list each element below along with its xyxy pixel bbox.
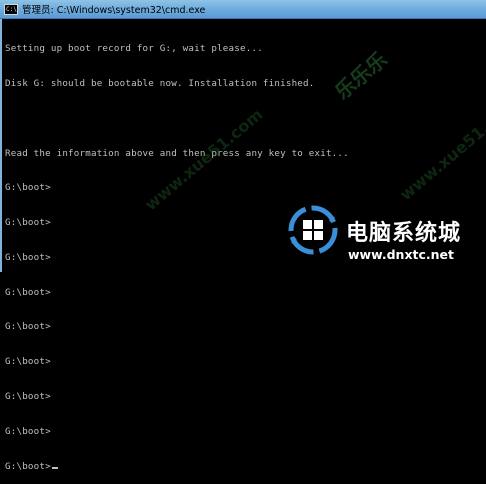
console-line: G:\boot> (5, 356, 51, 368)
text-cursor (51, 466, 58, 469)
window-title-bar[interactable]: C:\ 管理员: C:\Windows\system32\cmd.exe (0, 0, 486, 19)
brand-url: www.dnxtc.net (348, 247, 454, 262)
console-prompt-line[interactable]: G:\boot> (5, 461, 486, 473)
console-line: G:\boot> (5, 286, 51, 298)
console-prompt: G:\boot> (5, 460, 51, 472)
console-line: G:\boot> (5, 182, 51, 194)
console-line: Setting up boot record for G:, wait plea… (5, 43, 263, 55)
console-line: G:\boot> (5, 391, 51, 402)
brand-name: 电脑系统城 (346, 221, 462, 246)
console-line: Read the information above and then pres… (5, 147, 349, 159)
window-frame (0, 19, 2, 272)
console-line: G:\boot> (5, 425, 51, 437)
cmd-icon[interactable]: C:\ (4, 3, 18, 15)
console-line: Disk G: should be bootable now. Installa… (5, 77, 315, 89)
console-line: G:\boot> (5, 321, 51, 333)
brand-watermark: 电脑系统城 www.dnxtc.net (288, 205, 486, 272)
brand-logo-icon (288, 205, 338, 255)
window-title: 管理员: C:\Windows\system32\cmd.exe (22, 5, 206, 16)
